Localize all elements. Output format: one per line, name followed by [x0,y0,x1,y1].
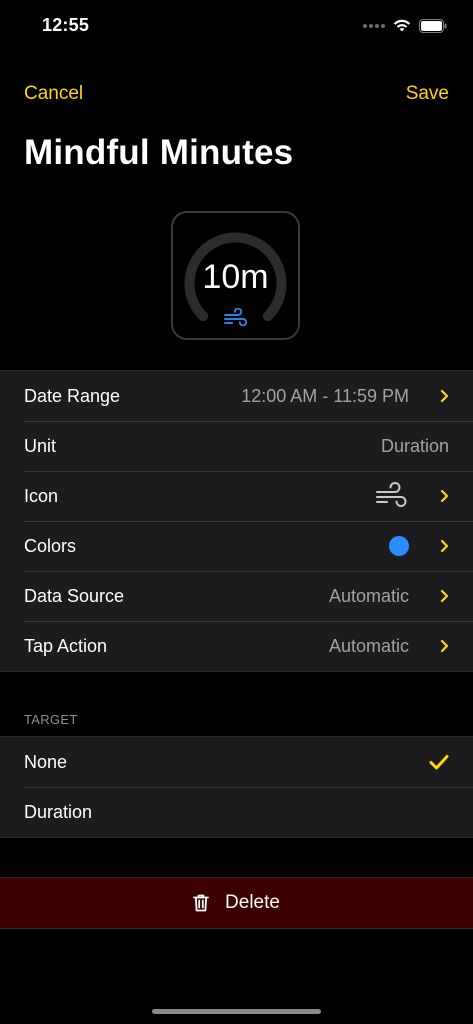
color-swatch [389,536,409,556]
status-time: 12:55 [42,15,90,35]
battery-icon [419,19,447,33]
widget-preview: 10m [171,211,300,340]
widget-value: 10m [202,258,269,296]
option-label: None [24,751,68,772]
unit-value: Duration [380,435,449,456]
row-label: Tap Action [24,635,108,656]
colors-row[interactable]: Colors [0,521,473,571]
settings-list: Date Range 12:00 AM - 11:59 PM Unit Dura… [0,370,473,672]
target-option-duration[interactable]: Duration [0,787,473,837]
wind-icon [223,308,247,327]
row-label: Colors [24,535,77,556]
chevron-right-icon [435,389,449,403]
chevron-right-icon [435,489,449,503]
save-button[interactable]: Save [406,83,449,105]
row-label: Data Source [24,585,125,606]
page-title: Mindful Minutes [24,133,294,172]
wifi-icon [393,19,411,32]
target-section-header: TARGET [24,712,78,727]
trash-icon [193,894,209,912]
target-list: None Duration [0,736,473,838]
tap-action-row[interactable]: Tap Action Automatic [0,621,473,671]
cellular-signal-icon [363,24,385,28]
status-icons [363,15,447,37]
icon-row[interactable]: Icon [0,471,473,521]
row-label: Date Range [24,385,121,406]
option-label: Duration [24,801,93,822]
data-source-row[interactable]: Data Source Automatic [0,571,473,621]
delete-label: Delete [225,892,280,913]
date-range-value: 12:00 AM - 11:59 PM [241,385,409,406]
cancel-button[interactable]: Cancel [24,83,83,105]
checkmark-icon [429,755,449,770]
row-label: Unit [24,435,57,456]
wind-icon [376,482,407,507]
target-option-none[interactable]: None [0,737,473,787]
data-source-value: Automatic [328,585,409,606]
chevron-right-icon [435,589,449,603]
delete-button[interactable]: Delete [0,877,473,929]
chevron-right-icon [435,639,449,653]
date-range-row[interactable]: Date Range 12:00 AM - 11:59 PM [0,371,473,421]
row-label: Icon [24,485,59,506]
home-indicator [152,1009,321,1014]
chevron-right-icon [435,539,449,553]
tap-action-value: Automatic [328,635,409,656]
unit-row[interactable]: Unit Duration [0,421,473,471]
